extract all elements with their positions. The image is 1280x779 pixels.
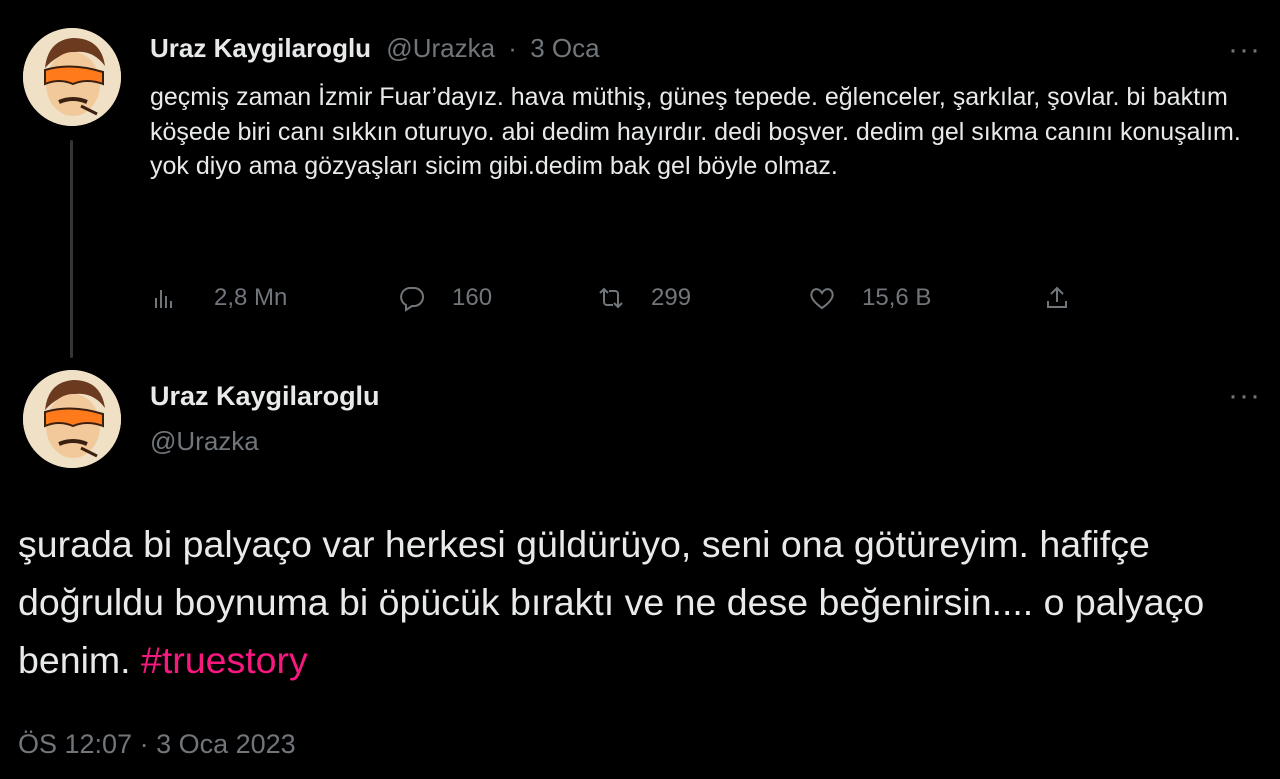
tweet-text: şurada bi palyaço var herkesi güldürüyo,…: [18, 515, 1268, 689]
views-button[interactable]: 2,8 Mn: [150, 280, 287, 316]
reply-button[interactable]: 160: [398, 280, 492, 316]
author-name[interactable]: Uraz Kaygilaroglu: [150, 380, 380, 412]
hashtag-link[interactable]: #truestory: [141, 639, 308, 681]
retweet-count: 299: [651, 284, 692, 311]
avatar-image: [23, 28, 121, 126]
reply-count: 160: [452, 284, 493, 311]
author-name[interactable]: Uraz Kaygilaroglu: [150, 33, 371, 63]
views-count: 2,8 Mn: [214, 284, 288, 311]
tweet-timestamp[interactable]: ÖS 12:07 · 3 Oca 2023: [18, 728, 296, 760]
avatar-image: [23, 370, 121, 468]
tweet-header: Uraz Kaygilaroglu @Urazka · 3 Oca: [150, 33, 600, 63]
reply-icon: [400, 287, 424, 312]
share-button[interactable]: [1043, 280, 1071, 316]
analytics-icon: [155, 290, 172, 308]
avatar[interactable]: [23, 370, 121, 468]
retweet-button[interactable]: 299: [597, 280, 691, 316]
like-count: 15,6 B: [862, 284, 932, 311]
more-options-icon[interactable]: ···: [1228, 35, 1261, 65]
avatar[interactable]: [23, 28, 121, 126]
retweet-icon: [599, 287, 623, 309]
share-icon: [1047, 286, 1067, 308]
author-handle[interactable]: @Urazka: [150, 425, 259, 457]
tweet-actions: 2,8 Mn 160 299 15,6 B: [150, 280, 1150, 316]
separator-dot: ·: [508, 33, 517, 63]
thread-connector-line: [70, 140, 73, 358]
more-options-icon[interactable]: ···: [1228, 381, 1261, 411]
tweet-text: geçmiş zaman İzmir Fuar’dayız. hava müth…: [150, 83, 1241, 180]
author-handle[interactable]: @Urazka: [386, 33, 495, 63]
like-button[interactable]: 15,6 B: [808, 280, 931, 316]
tweet-date[interactable]: 3 Oca: [530, 33, 599, 63]
heart-icon: [810, 288, 834, 310]
